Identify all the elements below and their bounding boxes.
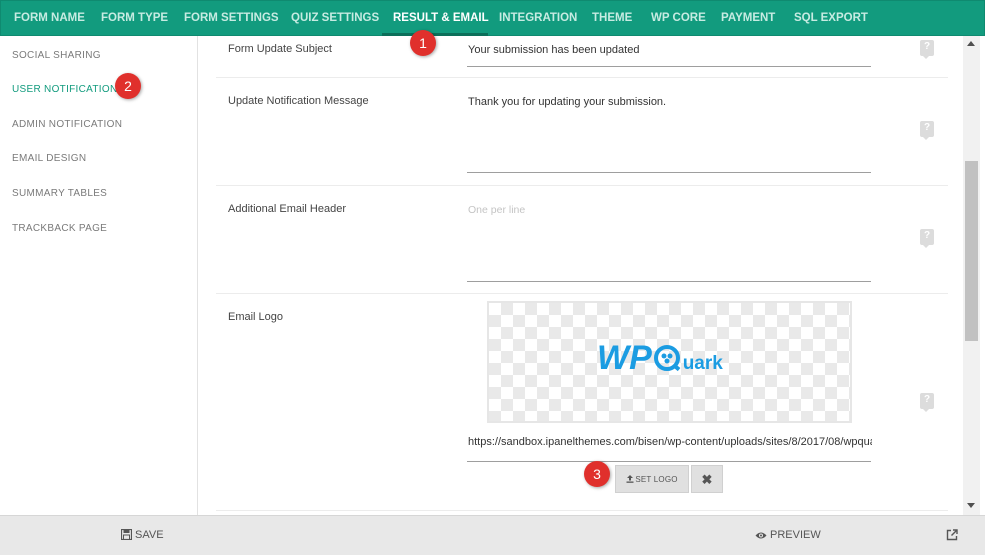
sidebar-item-user-notification[interactable]: USER NOTIFICATION [12,84,117,95]
row-divider [216,293,948,294]
form-update-subject-input[interactable]: Your submission has been updated [468,44,639,56]
row-divider [216,510,948,511]
save-icon [120,528,133,541]
scroll-down-arrow-icon[interactable] [967,503,975,508]
row-divider [216,185,948,186]
bottom-toolbar: SAVE PREVIEW [0,515,985,555]
help-icon[interactable]: ? [920,121,934,140]
email-logo-label: Email Logo [228,311,284,323]
logo-text-quark: uark [682,352,723,374]
sidebar: SOCIAL SHARING USER NOTIFICATION ADMIN N… [0,36,198,515]
sidebar-item-trackback-page[interactable]: TRACKBACK PAGE [12,223,107,234]
tab-form-settings[interactable]: FORM SETTINGS [184,12,279,24]
tab-wp-core[interactable]: WP CORE [651,12,706,24]
help-icon[interactable]: ? [920,40,934,59]
sidebar-item-summary-tables[interactable]: SUMMARY TABLES [12,188,107,199]
logo-text-wp: WP [597,339,652,377]
update-notification-message-label: Update Notification Message [228,95,369,107]
tab-sql-export[interactable]: SQL EXPORT [794,12,868,24]
set-logo-button[interactable]: SET LOGO [615,465,689,493]
tab-theme[interactable]: THEME [592,12,632,24]
quark-q-icon [654,344,681,371]
tab-integration[interactable]: INTEGRATION [499,12,577,24]
tab-payment[interactable]: PAYMENT [721,12,775,24]
sidebar-item-social-sharing[interactable]: SOCIAL SHARING [12,50,101,61]
update-notification-message-underline [467,172,871,173]
preview-label: PREVIEW [770,529,821,541]
wpquark-logo: WP uark [597,339,723,378]
settings-panel: Form Update Subject Your submission has … [199,36,963,515]
preview-button[interactable]: PREVIEW [755,529,821,541]
help-icon[interactable]: ? [920,229,934,248]
row-divider [216,77,948,78]
email-logo-url-input[interactable]: https://sandbox.ipanelthemes.com/bisen/w… [468,436,872,448]
annotation-badge-2: 2 [115,73,141,99]
tab-result-email[interactable]: RESULT & EMAIL [393,12,489,24]
scroll-thumb[interactable] [965,161,978,341]
vertical-scrollbar[interactable] [963,36,980,515]
additional-email-header-label: Additional Email Header [228,203,347,215]
open-external-button[interactable] [946,529,961,542]
set-logo-label: SET LOGO [635,475,678,484]
upload-icon [626,475,634,483]
additional-email-header-underline [467,281,871,282]
save-button[interactable]: SAVE [120,528,164,541]
annotation-badge-1: 1 [410,30,436,56]
clear-logo-button[interactable]: ✖ [691,465,723,493]
scroll-up-arrow-icon[interactable] [967,41,975,46]
external-link-icon [946,529,958,541]
tab-quiz-settings[interactable]: QUIZ SETTINGS [291,12,379,24]
email-logo-url-underline [467,461,871,462]
tab-form-type[interactable]: FORM TYPE [101,12,168,24]
eye-icon [755,532,767,539]
help-icon[interactable]: ? [920,393,934,412]
tab-form-name[interactable]: FORM NAME [14,12,85,24]
additional-email-header-textarea[interactable]: One per line [468,204,525,216]
save-label: SAVE [135,529,164,541]
update-notification-message-textarea[interactable]: Thank you for updating your submission. [468,96,666,108]
sidebar-item-admin-notification[interactable]: ADMIN NOTIFICATION [12,119,122,130]
top-navigation: FORM NAME FORM TYPE FORM SETTINGS QUIZ S… [0,0,985,36]
annotation-badge-3: 3 [584,461,610,487]
email-logo-preview: WP uark [487,301,852,423]
form-update-subject-label: Form Update Subject [228,43,332,55]
sidebar-item-email-design[interactable]: EMAIL DESIGN [12,153,86,164]
form-update-subject-underline [467,66,871,67]
